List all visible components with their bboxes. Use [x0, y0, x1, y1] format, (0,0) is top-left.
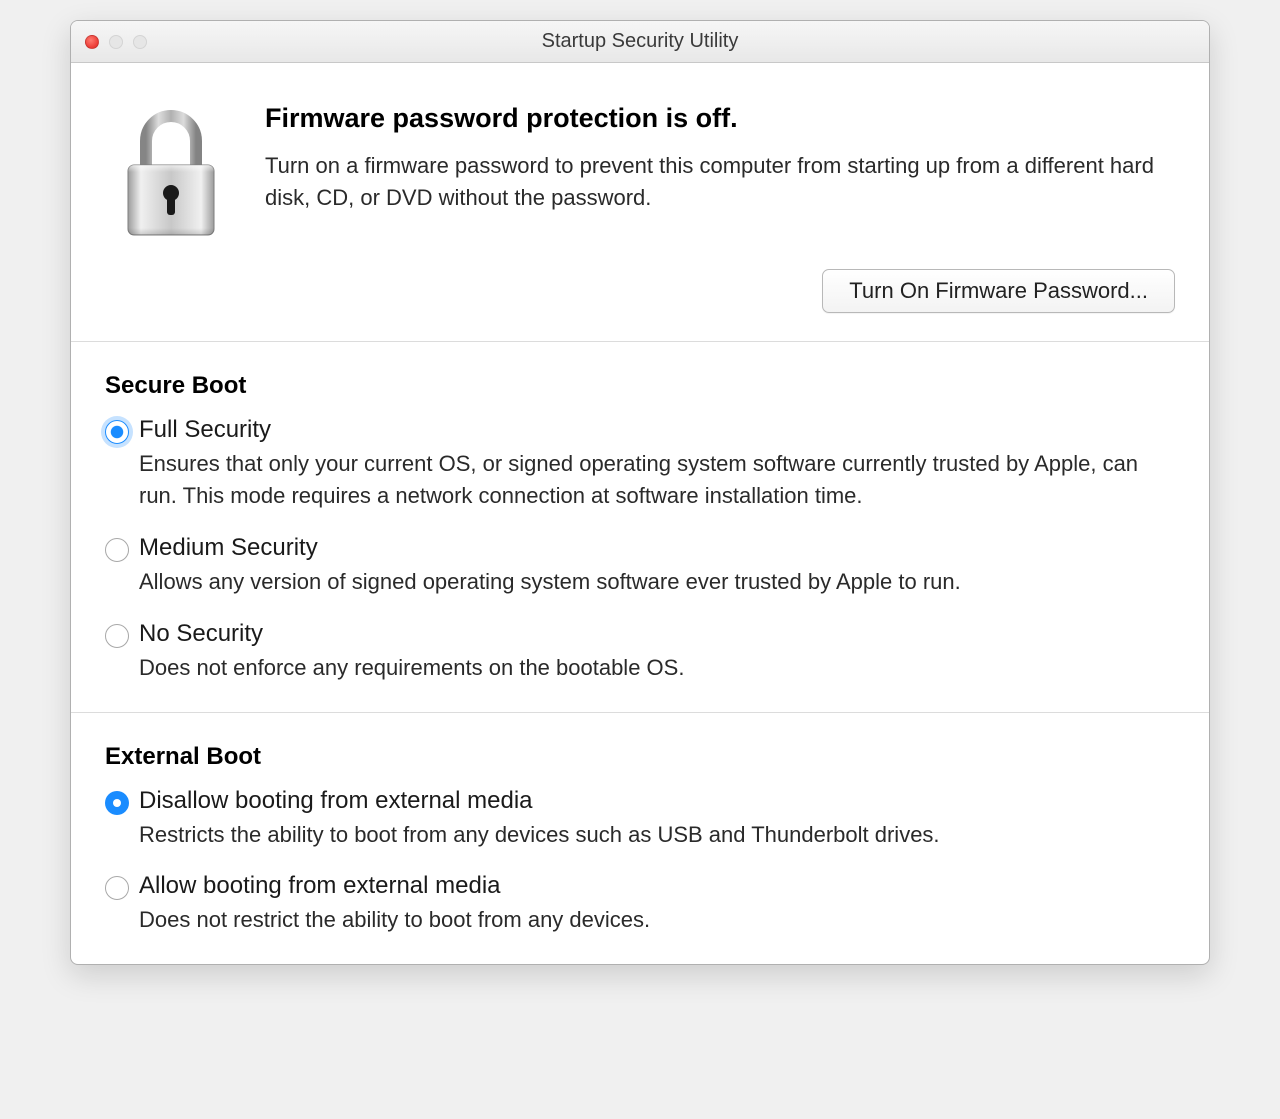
radio-input-medium-security[interactable] [105, 538, 129, 562]
startup-security-window: Startup Security Utility [70, 20, 1210, 965]
radio-option-full-security[interactable]: Full Security Ensures that only your cur… [105, 416, 1175, 512]
radio-label: Disallow booting from external media [139, 787, 1175, 815]
radio-input-no-security[interactable] [105, 624, 129, 648]
secure-boot-radio-group: Full Security Ensures that only your cur… [105, 416, 1175, 684]
radio-option-no-security[interactable]: No Security Does not enforce any require… [105, 620, 1175, 684]
radio-label: Medium Security [139, 534, 1175, 562]
radio-label: Full Security [139, 416, 1175, 444]
radio-option-disallow-external[interactable]: Disallow booting from external media Res… [105, 787, 1175, 851]
window-title: Startup Security Utility [71, 30, 1209, 53]
lock-icon [111, 103, 231, 243]
firmware-button-row: Turn On Firmware Password... [71, 243, 1209, 341]
radio-description: Ensures that only your current OS, or si… [139, 448, 1175, 512]
radio-description: Allows any version of signed operating s… [139, 566, 1175, 598]
close-window-button[interactable] [85, 35, 99, 49]
title-bar: Startup Security Utility [71, 21, 1209, 63]
turn-on-firmware-password-button[interactable]: Turn On Firmware Password... [822, 269, 1175, 313]
external-boot-section: External Boot Disallow booting from exte… [71, 712, 1209, 965]
firmware-heading: Firmware password protection is off. [265, 103, 1169, 134]
traffic-lights [71, 35, 147, 49]
radio-label: No Security [139, 620, 1175, 648]
external-boot-radio-group: Disallow booting from external media Res… [105, 787, 1175, 937]
radio-label: Allow booting from external media [139, 872, 1175, 900]
secure-boot-section: Secure Boot Full Security Ensures that o… [71, 342, 1209, 712]
firmware-description: Turn on a firmware password to prevent t… [265, 150, 1169, 214]
radio-description: Restricts the ability to boot from any d… [139, 819, 1175, 851]
radio-input-disallow-external[interactable] [105, 791, 129, 815]
radio-option-allow-external[interactable]: Allow booting from external media Does n… [105, 872, 1175, 936]
firmware-text: Firmware password protection is off. Tur… [265, 103, 1169, 214]
minimize-window-button[interactable] [109, 35, 123, 49]
maximize-window-button[interactable] [133, 35, 147, 49]
secure-boot-heading: Secure Boot [105, 372, 1175, 400]
radio-input-full-security[interactable] [105, 420, 129, 444]
radio-description: Does not restrict the ability to boot fr… [139, 904, 1175, 936]
radio-description: Does not enforce any requirements on the… [139, 652, 1175, 684]
firmware-password-section: Firmware password protection is off. Tur… [71, 63, 1209, 342]
external-boot-heading: External Boot [105, 743, 1175, 771]
radio-option-medium-security[interactable]: Medium Security Allows any version of si… [105, 534, 1175, 598]
radio-input-allow-external[interactable] [105, 876, 129, 900]
content-area: Firmware password protection is off. Tur… [71, 63, 1209, 964]
